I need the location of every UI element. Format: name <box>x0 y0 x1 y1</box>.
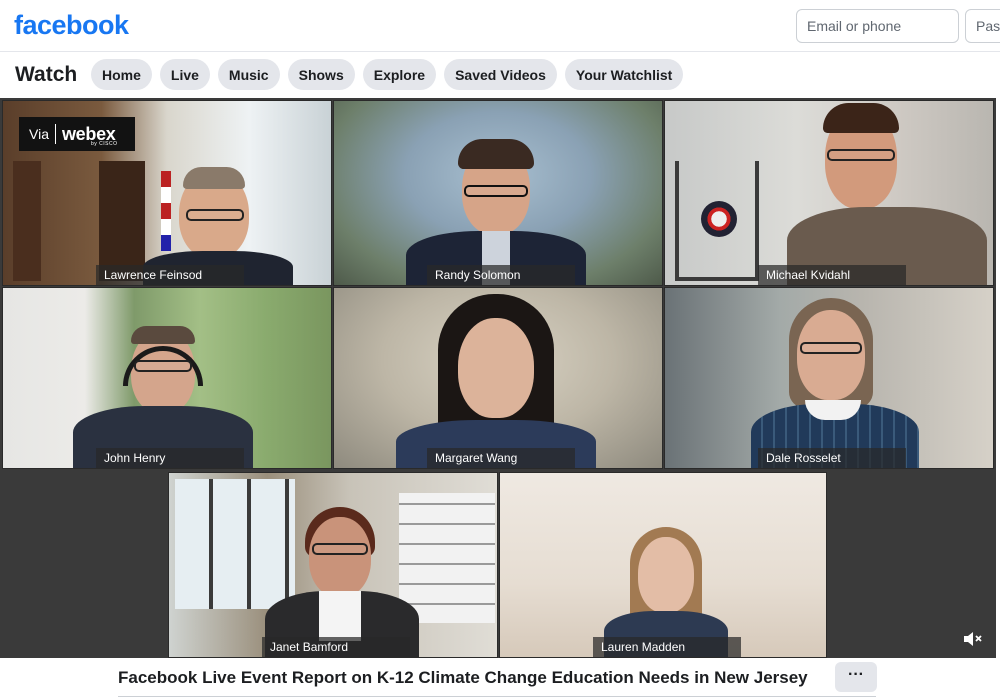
shelves <box>399 493 495 623</box>
glasses <box>186 209 244 221</box>
participant-head <box>797 310 865 400</box>
participant-tile: Lauren Madden <box>499 472 827 658</box>
participant-name: John Henry <box>96 448 244 468</box>
doorway <box>99 161 145 281</box>
participant-name: Margaret Wang <box>427 448 575 468</box>
participant-tile: John Henry <box>2 287 332 469</box>
participant-head <box>638 537 694 613</box>
more-options-button[interactable]: ··· <box>835 662 877 692</box>
divider <box>118 696 876 697</box>
tab-saved-videos[interactable]: Saved Videos <box>444 59 557 90</box>
participant-name: Dale Rosselet <box>758 448 906 468</box>
tab-shows[interactable]: Shows <box>287 59 355 90</box>
participant-name: Lauren Madden <box>593 637 741 657</box>
glasses <box>134 360 192 372</box>
webex-cisco: by CISCO <box>91 141 118 147</box>
tab-explore[interactable]: Explore <box>362 59 437 90</box>
participant-tile: Janet Bamford <box>168 472 498 658</box>
tab-home[interactable]: Home <box>91 59 152 90</box>
participant-hair <box>458 139 534 169</box>
participant-shirt <box>319 591 361 641</box>
mute-icon[interactable] <box>962 630 982 648</box>
webex-badge: Via webex by CISCO <box>19 117 135 151</box>
window <box>175 479 295 609</box>
webex-divider <box>54 124 56 144</box>
video-title: Facebook Live Event Report on K-12 Clima… <box>118 668 808 687</box>
participant-tile: Dale Rosselet <box>664 287 994 469</box>
tab-your-watchlist[interactable]: Your Watchlist <box>564 59 684 90</box>
glasses <box>800 342 862 354</box>
participant-name: Janet Bamford <box>262 637 410 657</box>
glasses <box>312 543 368 555</box>
ball <box>701 201 737 237</box>
participant-tile: Via webex by CISCO Lawrence Feinsod <box>2 100 332 286</box>
participant-tile: Randy Solomon <box>333 100 663 286</box>
participant-hair <box>823 103 899 133</box>
bookshelf <box>13 161 41 281</box>
participant-tile: Michael Kvidahl <box>664 100 994 286</box>
password-field[interactable] <box>965 9 1000 43</box>
glasses <box>827 149 895 161</box>
top-bar: facebook <box>0 0 1000 52</box>
watch-nav: Watch Home Live Music Shows Explore Save… <box>0 52 1000 98</box>
video-player[interactable]: Via webex by CISCO Lawrence Feinsod Rand… <box>0 98 996 658</box>
participant-hair <box>183 167 245 189</box>
glasses <box>464 185 528 197</box>
tab-music[interactable]: Music <box>217 59 280 90</box>
participant-tile: Margaret Wang <box>333 287 663 469</box>
watch-title: Watch <box>15 63 78 86</box>
participant-name: Lawrence Feinsod <box>96 265 244 285</box>
flag <box>161 171 171 251</box>
facebook-logo[interactable]: facebook <box>14 10 129 41</box>
tab-live[interactable]: Live <box>159 59 210 90</box>
webex-via: Via <box>29 126 49 142</box>
watch-tabs: Home Live Music Shows Explore Saved Vide… <box>91 59 684 90</box>
email-field[interactable] <box>796 9 959 43</box>
participant-name: Randy Solomon <box>427 265 575 285</box>
participant-name: Michael Kvidahl <box>758 265 906 285</box>
participant-head <box>309 517 371 597</box>
participant-hair <box>131 326 195 344</box>
participant-head <box>458 318 534 418</box>
